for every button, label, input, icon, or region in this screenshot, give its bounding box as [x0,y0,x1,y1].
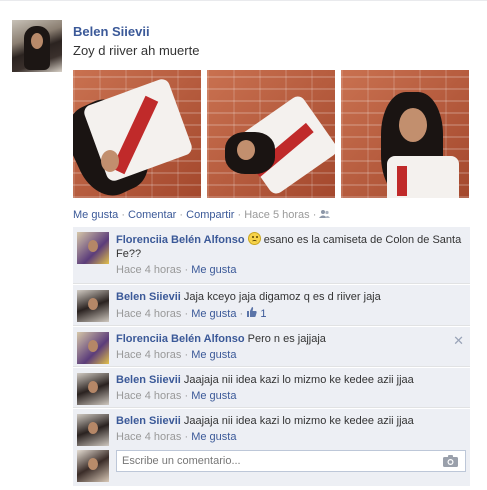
comment-text: Jaajaja nii idea kazi lo mizmo ke kedee … [183,374,414,386]
comment-link[interactable]: Comentar [128,209,176,221]
smiley-icon [247,232,261,245]
post-photo-3[interactable] [341,70,469,198]
comment-like-link[interactable]: Me gusta [191,349,236,361]
post-time[interactable]: Hace 5 horas [244,209,309,221]
comment-time[interactable]: Hace 4 horas [116,431,181,443]
thumbs-up-icon [246,307,260,320]
top-divider [0,0,487,1]
comment-text: Jaajaja nii idea kazi lo mizmo ke kedee … [183,415,414,427]
current-user-avatar [77,450,109,482]
commenter-avatar[interactable] [77,373,109,405]
comment-text: Pero n es jajjaja [247,333,326,345]
comments-list: Florenciia Belén Alfonso esano es la cam… [73,226,470,449]
commenter-avatar[interactable] [77,232,109,264]
comment-item: Florenciia Belén Alfonso esano es la cam… [73,226,470,284]
post-photo-1[interactable] [73,70,201,198]
camera-icon[interactable] [443,455,458,467]
comment-input[interactable] [116,450,466,472]
post-photo-2[interactable] [207,70,335,198]
close-icon[interactable]: ✕ [453,333,464,349]
comment-item: Belen Siievii Jaajaja nii idea kazi lo m… [73,408,470,449]
comment-item: ✕ Florenciia Belén Alfonso Pero n es jaj… [73,326,470,367]
reply-box [73,446,470,486]
like-count[interactable]: 1 [246,307,266,320]
comment-like-link[interactable]: Me gusta [191,308,236,320]
comment-item: Belen Siievii Jaajaja nii idea kazi lo m… [73,367,470,408]
comment-like-link[interactable]: Me gusta [191,264,236,276]
comment-time[interactable]: Hace 4 horas [116,264,181,276]
share-link[interactable]: Compartir [186,209,234,221]
commenter-avatar[interactable] [77,414,109,446]
comment-like-link[interactable]: Me gusta [191,431,236,443]
commenter-name[interactable]: Florenciia Belén Alfonso [116,234,245,246]
comment-time[interactable]: Hace 4 horas [116,349,181,361]
post-author[interactable]: Belen Siievii [73,24,150,39]
like-link[interactable]: Me gusta [73,209,118,221]
friends-icon[interactable] [319,209,331,222]
comment-time[interactable]: Hace 4 horas [116,390,181,402]
post-status-text: Zoy d riiver ah muerte [73,43,200,58]
post-actions: Me gusta · Comentar · Compartir · Hace 5… [73,209,331,222]
comment-item: Belen Siievii Jaja kceyo jaja digamoz q … [73,284,470,326]
author-avatar[interactable] [12,20,62,72]
comment-text: Jaja kceyo jaja digamoz q es d riiver ja… [183,291,381,303]
comment-time[interactable]: Hace 4 horas [116,308,181,320]
commenter-name[interactable]: Belen Siievii [116,415,181,427]
commenter-name[interactable]: Belen Siievii [116,374,181,386]
commenter-avatar[interactable] [77,332,109,364]
commenter-avatar[interactable] [77,290,109,322]
comment-like-link[interactable]: Me gusta [191,390,236,402]
commenter-name[interactable]: Belen Siievii [116,291,181,303]
commenter-name[interactable]: Florenciia Belén Alfonso [116,333,245,345]
